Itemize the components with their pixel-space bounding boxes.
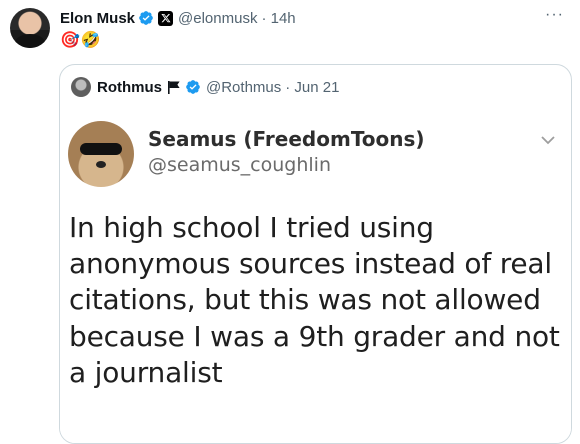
author-avatar[interactable]: [10, 8, 50, 48]
image-author-handle: @seamus_coughlin: [148, 154, 331, 176]
verified-badge-icon: [139, 11, 153, 25]
dog-avatar: [68, 121, 134, 187]
avatar-shirt: [15, 34, 45, 48]
quoted-post-image[interactable]: Seamus (FreedomToons) @seamus_coughlin I…: [60, 107, 571, 443]
text-line: because I was a 9th grader and not: [69, 319, 560, 353]
text-line: citations, but this was not allowed: [69, 283, 541, 317]
post-time[interactable]: · 14h: [261, 10, 295, 27]
flag-icon: [168, 81, 180, 94]
author-name[interactable]: Elon Musk: [60, 10, 135, 27]
target-emoji: 🎯: [60, 32, 80, 49]
rofl-emoji: 🤣: [80, 32, 101, 49]
sunglasses: [80, 143, 122, 155]
post-text: 🎯 🤣: [60, 30, 101, 50]
post-header: Elon Musk @elonmusk · 14h: [60, 8, 296, 28]
text-line: a journalist: [69, 355, 223, 389]
quoted-post-time: · Jun 21: [285, 78, 340, 96]
chevron-down-icon: [541, 136, 555, 145]
more-options-icon[interactable]: ···: [545, 7, 564, 23]
quoted-author-name: Rothmus: [97, 78, 162, 96]
quoted-post[interactable]: Rothmus @Rothmus · Jun 21 Seamus (Freedo…: [59, 64, 572, 444]
quoted-author-handle: @Rothmus: [206, 78, 282, 96]
x-affiliation-icon: [158, 10, 174, 26]
quoted-author-avatar: [71, 77, 91, 97]
text-line: anonymous sources instead of real: [69, 247, 552, 281]
quoted-verified-badge-icon: [186, 80, 200, 94]
quoted-post-header: Rothmus @Rothmus · Jun 21: [71, 77, 339, 97]
image-author-name: Seamus (FreedomToons): [148, 127, 425, 151]
image-body-text: In high school I tried using anonymous s…: [69, 210, 567, 391]
dog-nose: [96, 161, 106, 168]
author-handle[interactable]: @elonmusk: [178, 10, 257, 27]
text-line: In high school I tried using: [69, 211, 434, 244]
